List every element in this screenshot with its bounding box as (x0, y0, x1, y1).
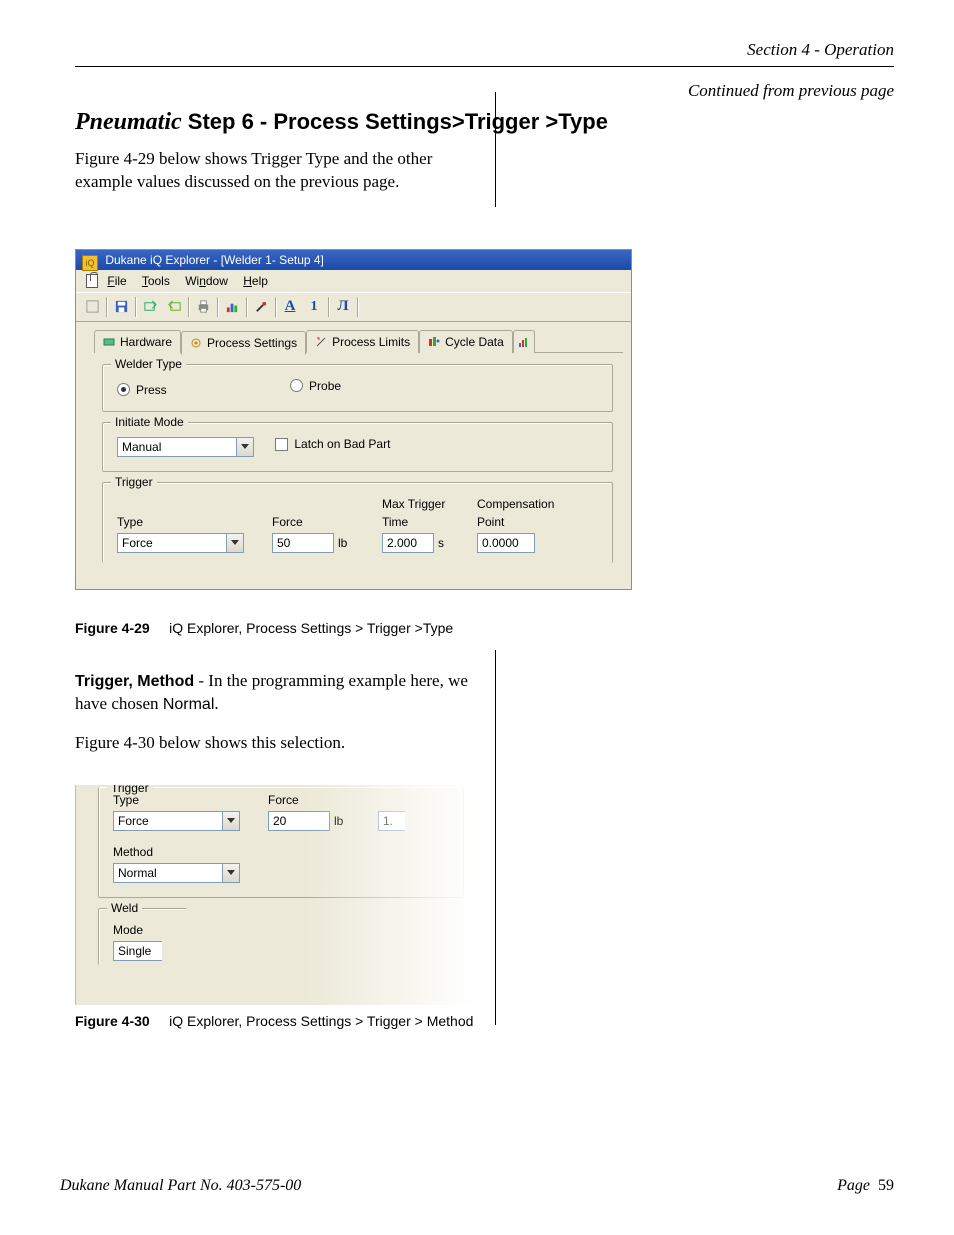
toolbar: A 1 Л (76, 292, 631, 322)
toolbar-btn-chart[interactable] (220, 295, 244, 319)
group-welder-type: Welder Type Press Probe (102, 364, 613, 412)
figure-4-29-caption: Figure 4-29 iQ Explorer, Process Setting… (75, 620, 894, 636)
welder-type-legend: Welder Type (111, 357, 186, 371)
save-icon[interactable] (109, 295, 133, 319)
fig30-intro: Figure 4-30 below shows this selection. (75, 732, 475, 755)
trigger-legend: Trigger (111, 475, 157, 489)
trigger-legend-2: Trigger (107, 785, 153, 795)
footer-page: Page 59 (837, 1177, 894, 1195)
initiate-mode-legend: Initiate Mode (111, 415, 188, 429)
document-icon (86, 274, 98, 288)
tab-extra[interactable] (513, 330, 535, 353)
partial-field[interactable]: 1. (378, 811, 405, 831)
toolbar-btn-export[interactable] (162, 295, 186, 319)
group-trigger: Trigger Type Force Force 50lb Max Trigge… (102, 482, 613, 563)
continued-note: Continued from previous page (75, 81, 894, 101)
page-title: Pneumatic Step 6 - Process Settings>Trig… (75, 109, 894, 136)
trigger-type-combo-2[interactable]: Force (113, 811, 268, 831)
toolbar-btn-probe[interactable] (249, 295, 273, 319)
toolbar-btn-1[interactable] (80, 295, 104, 319)
trigger-force-label: Force (272, 515, 382, 529)
trigger-type-label: Type (117, 515, 272, 529)
comp-label2: Point (477, 515, 554, 529)
time-unit: s (438, 536, 444, 550)
print-icon[interactable] (191, 295, 215, 319)
page-footer: Dukane Manual Part No. 403-575-00 Page 5… (60, 1177, 894, 1195)
window-titlebar[interactable]: iQ Dukane iQ Explorer - [Welder 1- Setup… (76, 250, 631, 270)
toolbar-btn-a[interactable]: A (278, 295, 302, 319)
trigger-type-label-2: Type (113, 793, 268, 807)
max-trigger-label1: Max Trigger (382, 497, 477, 511)
footer-part-no: Dukane Manual Part No. 403-575-00 (60, 1177, 301, 1195)
page-header: Section 4 - Operation (75, 40, 894, 67)
menu-tools[interactable]: Tools (142, 274, 170, 288)
chart-icon (518, 336, 530, 348)
figure-4-30-screenshot: Trigger Type Force Force 20 lb 1. (75, 785, 476, 1005)
trigger-type-combo[interactable]: Force (117, 533, 272, 553)
group-trigger-2: Trigger Type Force Force 20 lb 1. (98, 787, 464, 898)
column-divider-2 (495, 650, 496, 1025)
figure-4-29-screenshot: iQ Dukane iQ Explorer - [Welder 1- Setup… (75, 249, 632, 590)
chevron-down-icon[interactable] (223, 811, 240, 831)
comp-point-field[interactable]: 0.0000 (477, 533, 535, 553)
toolbar-btn-pi[interactable]: Л (331, 295, 355, 319)
toolbar-btn-1n[interactable]: 1 (302, 295, 326, 319)
tab-process-settings[interactable]: Process Settings (181, 331, 306, 355)
menu-window[interactable]: Window (185, 274, 228, 288)
checkbox-latch-bad-part[interactable]: Latch on Bad Part (275, 437, 390, 451)
chevron-down-icon[interactable] (227, 533, 244, 553)
group-weld: Weld Mode Single (98, 908, 187, 965)
method-combo[interactable]: Normal (113, 863, 268, 883)
max-trigger-time-field[interactable]: 2.000 (382, 533, 434, 553)
tab-pane: Welder Type Press Probe Initiate Mode Ma… (76, 356, 631, 589)
column-divider-1 (495, 92, 496, 207)
group-initiate-mode: Initiate Mode Manual Latch on Bad Part (102, 422, 613, 472)
hardware-icon (103, 336, 115, 348)
menubar: File Tools Window Help (76, 270, 631, 292)
title-step: Step 6 - Process Settings>Trigger >Type (182, 109, 608, 134)
initiate-mode-combo[interactable]: Manual (117, 437, 254, 457)
intro-paragraph: Figure 4-29 below shows Trigger Type and… (75, 148, 475, 194)
figure-4-30-caption: Figure 4-30 iQ Explorer, Process Setting… (75, 1013, 894, 1029)
method-label: Method (113, 845, 268, 859)
comp-label1: Compensation (477, 497, 554, 511)
tab-process-limits[interactable]: Process Limits (306, 330, 419, 353)
menu-help[interactable]: Help (243, 274, 268, 288)
trigger-force-field-2[interactable]: 20 (268, 811, 330, 831)
weld-mode-label: Mode (113, 923, 173, 937)
tab-hardware[interactable]: Hardware (94, 330, 181, 353)
chevron-down-icon[interactable] (223, 863, 240, 883)
window-title: Dukane iQ Explorer - [Welder 1- Setup 4] (105, 253, 324, 267)
force-unit: lb (338, 536, 347, 550)
settings-icon (190, 337, 202, 349)
menu-file[interactable]: File (107, 274, 126, 288)
app-icon: iQ (82, 255, 98, 271)
trigger-force-label-2: Force (268, 793, 378, 807)
chevron-down-icon[interactable] (237, 437, 254, 457)
radio-press[interactable]: Press (117, 383, 167, 397)
weld-legend: Weld (107, 901, 142, 915)
max-trigger-label2: Time (382, 515, 477, 529)
tab-strip: Hardware Process Settings Process Limits… (76, 322, 631, 356)
title-pneumatic: Pneumatic (75, 109, 182, 135)
trigger-method-paragraph: Trigger, Method - In the programming exa… (75, 670, 475, 716)
radio-probe[interactable]: Probe (290, 379, 341, 393)
section-label: Section 4 - Operation (747, 40, 894, 60)
force-unit-2: lb (334, 814, 343, 828)
tab-cycle-data[interactable]: Cycle Data (419, 330, 513, 353)
limits-icon (315, 336, 327, 348)
trigger-force-field[interactable]: 50 (272, 533, 334, 553)
cycle-data-icon (428, 336, 440, 348)
weld-mode-combo[interactable]: Single (113, 941, 169, 961)
toolbar-btn-import[interactable] (138, 295, 162, 319)
